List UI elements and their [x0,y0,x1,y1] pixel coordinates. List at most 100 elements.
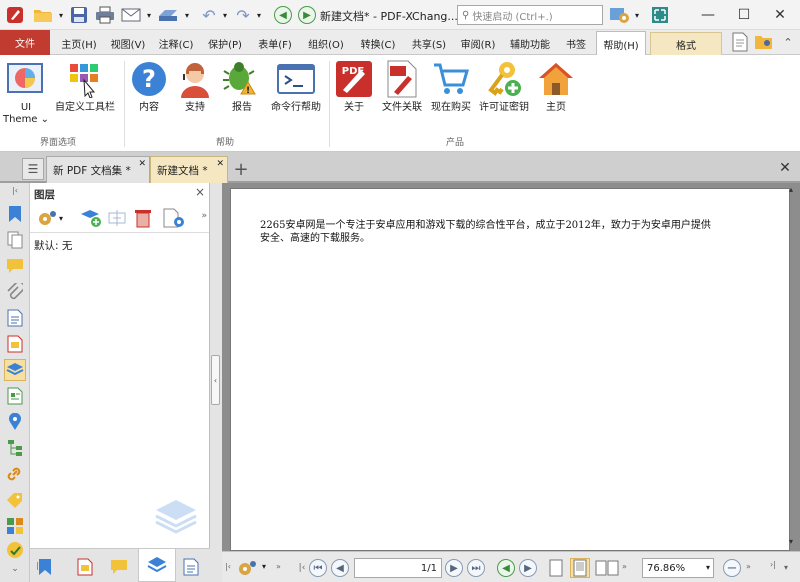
scroll-up-icon[interactable]: ▴ [789,185,799,197]
close-all-tabs-button[interactable]: ✕ [772,156,798,180]
layer-options-gear-icon[interactable]: ▾ [36,208,66,228]
contents-button[interactable]: ? 内容 [128,59,170,114]
add-layer-icon[interactable] [80,208,102,228]
status-options-gear-icon[interactable] [234,558,262,578]
status-more-left-icon[interactable]: » [276,562,281,571]
tab-organize[interactable]: 组织(O) [300,32,352,55]
forward-icon[interactable]: ▶ [296,4,318,26]
document-info-icon[interactable] [4,307,26,329]
single-page-view-icon[interactable] [546,558,566,578]
bottom-comments-icon[interactable] [108,556,130,578]
tab-review[interactable]: 审阅(R) [454,32,502,55]
settings-dropdown-icon[interactable]: ▾ [632,4,642,26]
minimize-button[interactable]: — [690,0,726,30]
doc-tab-pdf-collection[interactable]: 新 PDF 文档集 * ✕ [46,156,150,183]
tab-form[interactable]: 表单(F) [250,32,300,55]
tab-share[interactable]: 共享(S) [404,32,454,55]
redo-dropdown-icon[interactable]: ▾ [254,4,264,26]
signatures-icon[interactable] [4,539,26,561]
cmdline-help-button[interactable]: 命令行帮助 [266,59,326,114]
close-tab-icon[interactable]: ✕ [216,159,224,169]
close-window-button[interactable]: ✕ [762,0,798,30]
links-icon[interactable] [4,463,26,485]
page-content-icon[interactable] [4,333,26,355]
open-dropdown-icon[interactable]: ▾ [56,4,66,26]
email-dropdown-icon[interactable]: ▾ [144,4,154,26]
redo-icon[interactable]: ↷ [232,4,254,26]
statusbar-scroll-right-icon[interactable]: ›| [770,560,776,569]
pages-thumbnail-icon[interactable] [4,229,26,251]
layer-properties-icon[interactable] [162,208,188,228]
bottom-pages-icon[interactable] [180,556,202,578]
go-forward-button[interactable]: ▶ [518,558,538,578]
collapse-sidebar-icon[interactable]: |‹ [4,185,26,195]
document-properties-icon[interactable] [728,31,752,53]
buy-now-button[interactable]: 现在购买 [428,59,474,114]
toolbar-overflow-icon[interactable]: » [201,211,207,221]
save-icon[interactable] [68,4,90,26]
back-icon[interactable]: ◀ [272,4,294,26]
scroll-down-arrow-icon[interactable]: ▾ [784,552,798,582]
merge-layers-icon[interactable] [106,208,128,228]
custom-toolbar-button[interactable]: 自定义工具栏 [52,59,118,114]
maximize-button[interactable]: ☐ [726,0,762,30]
attachment-icon[interactable] [4,281,26,303]
doc-tab-new-document[interactable]: 新建文档 * ✕ [150,156,228,183]
close-tab-icon[interactable]: ✕ [138,159,146,169]
page-number-input[interactable]: 1/1 [354,558,442,578]
tab-convert[interactable]: 转换(C) [352,32,404,55]
add-tab-button[interactable]: + [230,158,252,180]
zoom-select[interactable]: 76.86% ▾ [642,558,714,578]
tab-list-menu-icon[interactable]: ☰ [22,158,44,180]
tab-accessibility[interactable]: 辅助功能 [502,32,558,55]
tab-home[interactable]: 主页(H) [54,32,104,55]
bookmark-icon[interactable] [4,203,26,225]
license-key-button[interactable]: 许可证密钥 [476,59,532,114]
bottom-layers-tab[interactable] [138,549,176,582]
articles-icon[interactable] [4,385,26,407]
panel-close-button[interactable]: × [195,185,205,199]
scan-dropdown-icon[interactable]: ▾ [182,4,192,26]
sidebar-more-icon[interactable]: ⌄ [4,563,26,575]
tab-bookmarks[interactable]: 书签 [558,32,594,55]
pdf-page[interactable]: 2265安卓网是一个专注于安卓应用和游戏下载的综合性平台，成立于2012年，致力… [230,188,790,551]
panel-splitter[interactable]: ‹ [210,183,222,582]
home-page-button[interactable]: 主页 [534,59,578,114]
status-more-right-icon[interactable]: » [622,562,627,571]
continuous-view-icon[interactable] [570,558,590,578]
tags-icon[interactable] [4,489,26,511]
collapse-panel-handle-icon[interactable]: ‹ [211,355,220,405]
statusbar-scroll-left-icon[interactable]: |‹ [225,562,231,571]
previous-page-button[interactable]: ◀ [330,558,350,578]
bottom-document-icon[interactable] [74,556,96,578]
destinations-pin-icon[interactable] [4,411,26,433]
ui-theme-button[interactable]: UI Theme ⌄ [3,59,49,126]
about-button[interactable]: PDF 关于 [332,59,376,114]
first-page-button[interactable]: ⏮ [308,558,328,578]
status-options-dropdown-icon[interactable]: ▾ [262,562,266,571]
scroll-down-icon[interactable]: ▾ [789,537,799,549]
tab-comment[interactable]: 注释(C) [152,32,200,55]
fullscreen-icon[interactable] [648,4,672,26]
next-page-button[interactable]: ▶ [444,558,464,578]
scan-icon[interactable] [156,4,180,26]
comments-icon[interactable] [4,255,26,277]
quick-launch-search[interactable]: ⚲ 快速启动 (Ctrl+.) [457,5,603,25]
settings-gear-icon[interactable] [608,4,632,26]
layers-icon[interactable] [4,359,26,381]
default-layer-item[interactable]: 默认: 无 [34,238,72,253]
report-button[interactable]: ! 报告 [220,59,264,114]
facing-view-icon[interactable] [594,558,620,578]
ribbon-collapse-icon[interactable]: ⌃ [778,31,798,53]
status-overflow-icon[interactable]: » [746,562,751,571]
undo-icon[interactable]: ↶ [198,4,220,26]
last-page-button[interactable]: ⏭ [466,558,486,578]
tab-file[interactable]: 文件 [0,30,50,55]
structure-tree-icon[interactable] [4,437,26,459]
organizer-grid-icon[interactable] [4,515,26,537]
print-icon[interactable] [94,4,116,26]
tab-format[interactable]: 格式 [650,32,722,55]
folder-user-icon[interactable] [752,31,776,53]
email-icon[interactable] [120,4,142,26]
tab-help[interactable]: 帮助(H) [596,31,646,56]
